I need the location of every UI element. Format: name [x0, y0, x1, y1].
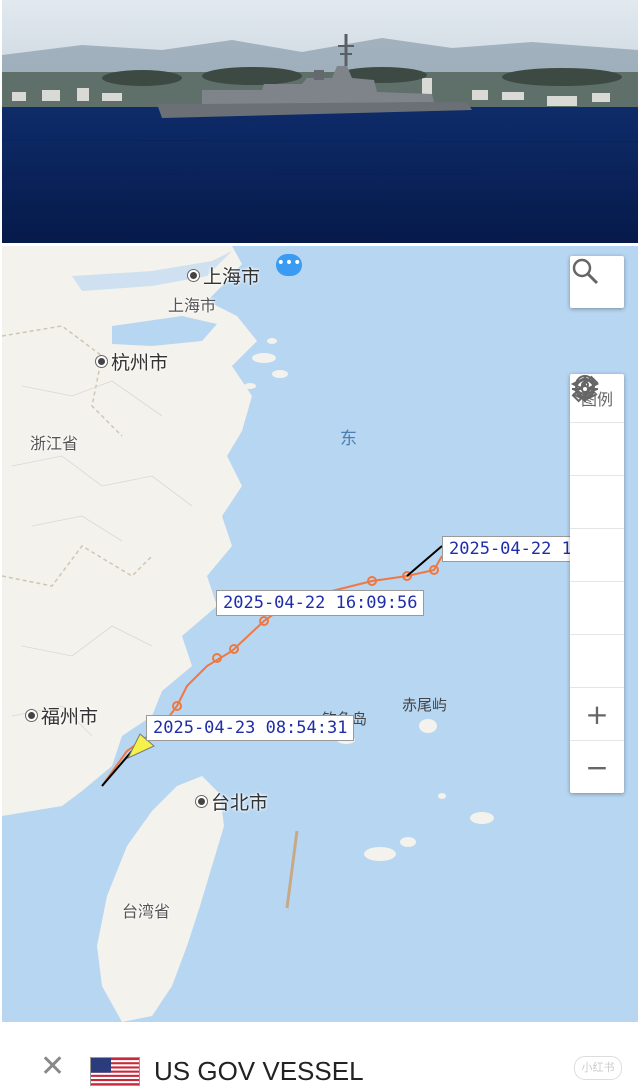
- zoom-in-button[interactable]: +: [570, 688, 624, 741]
- city-dot-icon: [26, 710, 37, 721]
- search-button[interactable]: [570, 256, 624, 308]
- ruler-button[interactable]: [570, 375, 624, 582]
- city-fuzhou: 福州市: [26, 702, 98, 729]
- city-hangzhou: 杭州市: [96, 348, 168, 375]
- district-shanghai: 上海市: [168, 296, 217, 315]
- city-taipei: 台北市: [196, 788, 268, 815]
- us-flag-icon: [90, 1057, 140, 1086]
- vessel-track-map[interactable]: 上海市 上海市 ••• 杭州市 浙江省 福州市 台北市 台湾省 东 钓鱼岛 赤尾…: [2, 246, 638, 1022]
- location-button[interactable]: [570, 375, 624, 529]
- province-zhejiang: 浙江省: [30, 434, 79, 453]
- watermark-logo: 小红书: [574, 1056, 622, 1080]
- ship-photo: [2, 0, 638, 243]
- map-toolbar: 图例 + −: [570, 374, 624, 793]
- island-chiwei: 赤尾屿: [402, 696, 448, 714]
- layers-button[interactable]: [570, 376, 624, 476]
- close-button[interactable]: ✕: [40, 1052, 65, 1082]
- target-button[interactable]: [570, 376, 624, 688]
- city-dot-icon: [188, 270, 199, 281]
- target-icon: [572, 376, 598, 402]
- city-shanghai: 上海市: [188, 262, 260, 289]
- sea-label: 东: [340, 429, 357, 449]
- province-taiwan: 台湾省: [122, 902, 171, 921]
- search-icon: [572, 258, 599, 285]
- crosshair-button[interactable]: [570, 377, 624, 635]
- search-control[interactable]: [570, 256, 624, 308]
- city-dot-icon: [196, 796, 207, 807]
- track-timestamp-3[interactable]: 2025-04-23 08:54:31: [146, 715, 355, 741]
- track-timestamp-2[interactable]: 2025-04-22 16:09:56: [216, 590, 425, 616]
- chat-bubble-icon[interactable]: •••: [276, 254, 302, 276]
- city-dot-icon: [96, 356, 107, 367]
- vessel-name: US GOV VESSEL: [154, 1056, 364, 1086]
- zoom-out-button[interactable]: −: [570, 741, 624, 793]
